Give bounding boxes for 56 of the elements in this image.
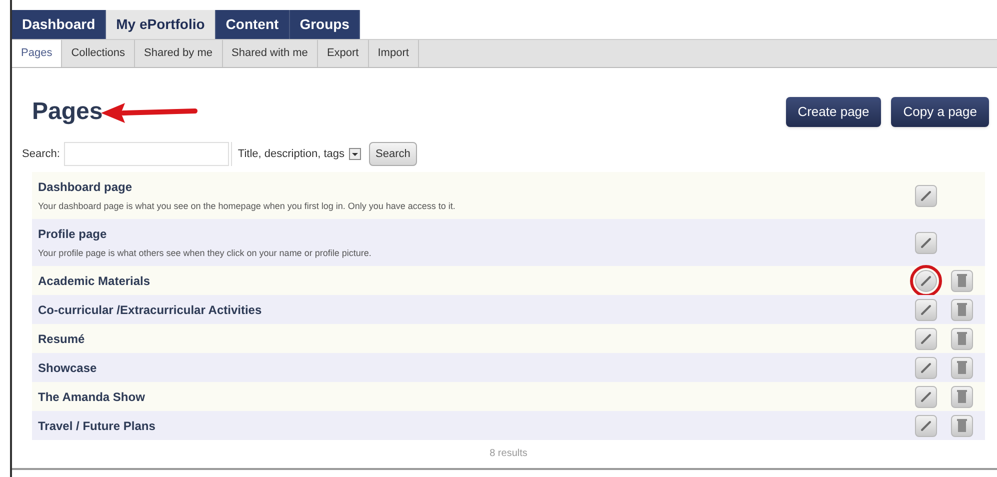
- search-field[interactable]: [64, 142, 229, 166]
- edit-button[interactable]: [915, 232, 937, 254]
- main-tab[interactable]: My ePortfolio: [106, 10, 216, 39]
- sub-tab[interactable]: Pages: [12, 40, 62, 67]
- delete-button[interactable]: [951, 328, 973, 350]
- main-tab[interactable]: Groups: [290, 10, 360, 39]
- sub-tab[interactable]: Collections: [62, 40, 136, 67]
- delete-button[interactable]: [951, 356, 973, 378]
- sub-tab[interactable]: Shared by me: [135, 40, 222, 67]
- main-tab[interactable]: Dashboard: [12, 10, 106, 39]
- main-tab[interactable]: Content: [216, 10, 290, 39]
- results-count: 8 results: [490, 447, 528, 461]
- sub-tab[interactable]: Shared with me: [222, 40, 318, 67]
- delete-button[interactable]: [951, 414, 973, 436]
- page-description: Your dashboard page is what you see on the homepage when you first log in. Only you have access to it.: [38, 200, 456, 213]
- search-button[interactable]: Search: [368, 142, 418, 166]
- search-label: Search:: [22, 146, 60, 162]
- delete-button[interactable]: [951, 298, 973, 320]
- sub-tab[interactable]: Export: [318, 40, 369, 67]
- pencil-icon: [920, 390, 932, 402]
- page-title[interactable]: Resumé: [38, 330, 85, 348]
- action-button[interactable]: Copy a page: [891, 97, 989, 127]
- action-button[interactable]: Create page: [786, 97, 882, 127]
- trash-icon: [957, 332, 967, 345]
- page-title[interactable]: Dashboard page: [38, 178, 456, 196]
- pencil-icon: [920, 362, 932, 374]
- scope-dropdown[interactable]: Title, description, tags: [230, 142, 361, 166]
- trash-icon: [957, 419, 967, 432]
- trash-icon: [957, 390, 967, 403]
- edit-button[interactable]: [915, 184, 937, 206]
- pencil-icon: [920, 236, 932, 248]
- pencil-icon: [920, 332, 932, 344]
- page-title[interactable]: Profile page: [38, 224, 372, 243]
- dropdown-icon: [348, 148, 361, 160]
- pencil-icon: [920, 420, 932, 432]
- pencil-icon: [920, 304, 932, 316]
- trash-icon: [957, 274, 967, 287]
- edit-button[interactable]: [915, 298, 937, 320]
- delete-button[interactable]: [951, 270, 973, 292]
- page-title[interactable]: Travel / Future Plans: [38, 416, 156, 434]
- sub-tab[interactable]: Import: [368, 40, 419, 67]
- page-heading: Pages: [32, 97, 103, 127]
- delete-button[interactable]: [951, 386, 973, 408]
- pencil-icon: [920, 274, 932, 286]
- page-title[interactable]: Academic Materials: [38, 272, 150, 290]
- page-title[interactable]: Showcase: [38, 358, 97, 376]
- edit-button[interactable]: [915, 328, 937, 350]
- edit-button[interactable]: [915, 356, 937, 378]
- trash-icon: [957, 361, 967, 374]
- trash-icon: [957, 303, 967, 316]
- edit-button[interactable]: [915, 414, 937, 436]
- page-title[interactable]: The Amanda Show: [38, 388, 145, 406]
- page-description: Your profile page is what others see when they click on your name or profile picture.: [38, 246, 372, 260]
- edit-button[interactable]: [915, 386, 937, 408]
- page-title[interactable]: Co-curricular /Extracurricular Activities: [38, 300, 262, 318]
- pencil-icon: [920, 190, 932, 202]
